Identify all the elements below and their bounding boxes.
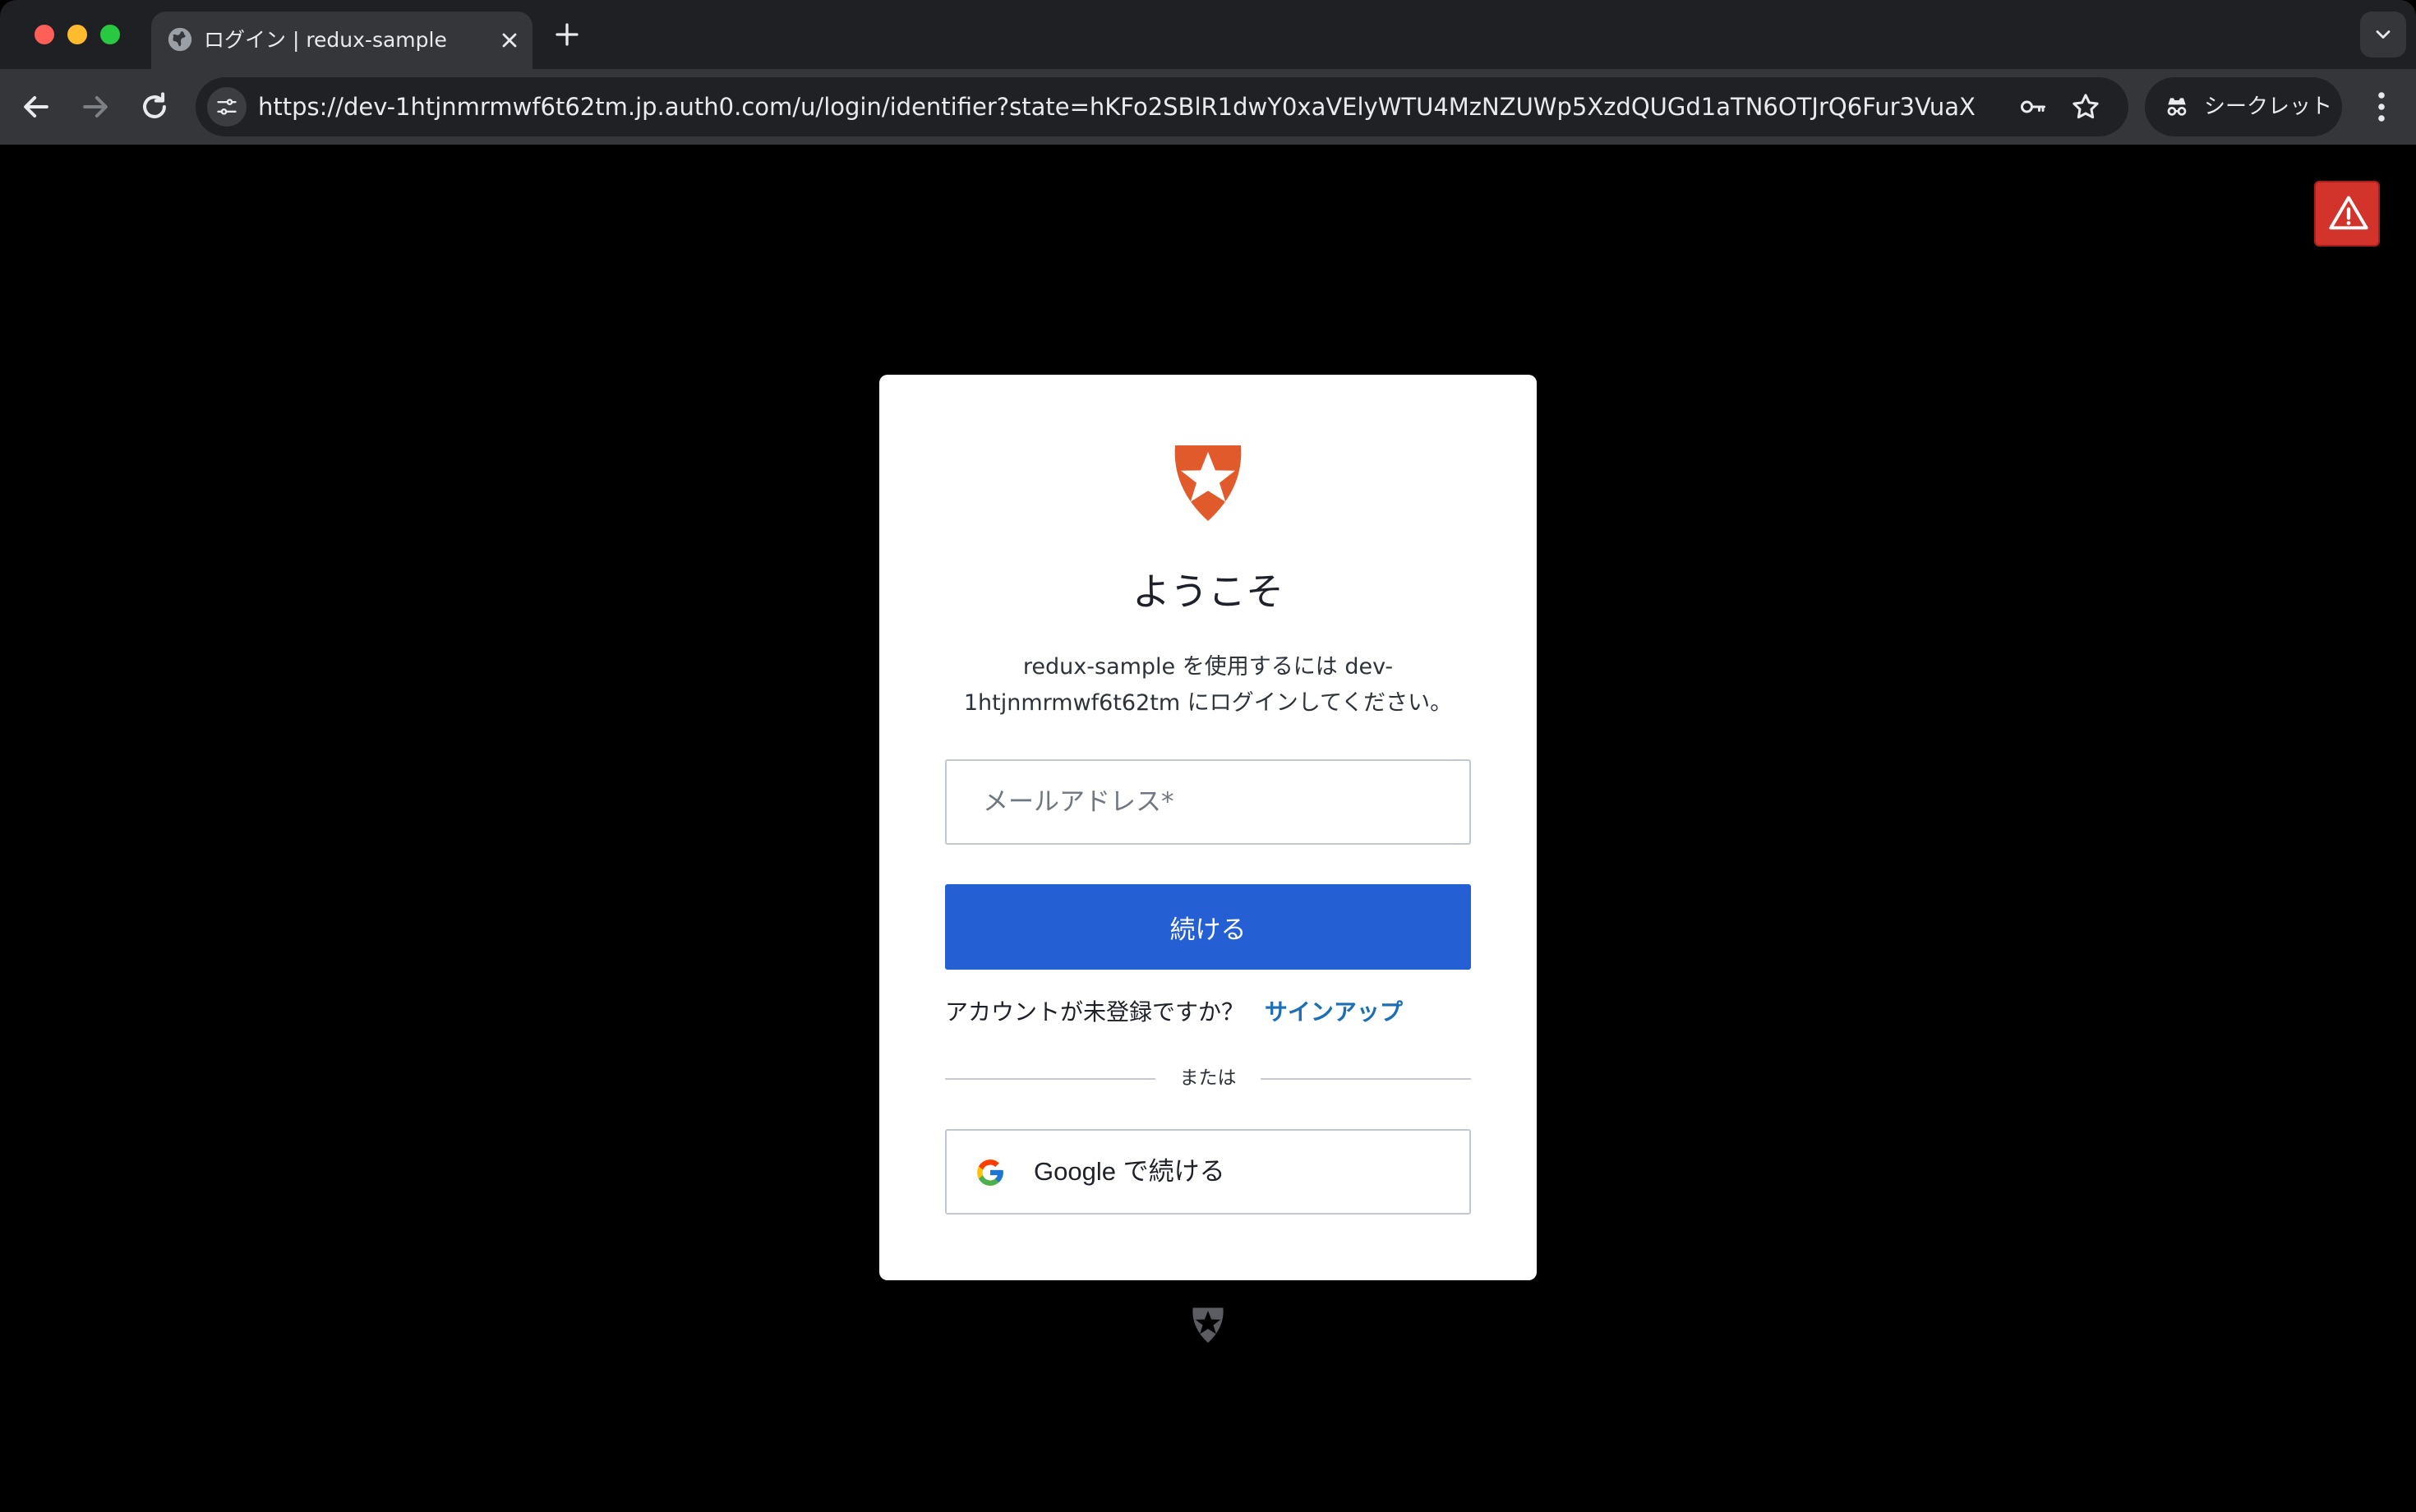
tab-search-button[interactable] <box>2360 12 2406 58</box>
browser-tab[interactable]: ログイン | redux-sample <box>151 12 533 69</box>
chevron-down-icon <box>2376 30 2391 39</box>
continue-button[interactable]: 続ける <box>945 884 1471 970</box>
browser-toolbar: https://dev-1htjnmrmwf6t62tm.jp.auth0.co… <box>0 69 2416 145</box>
warning-button[interactable] <box>2314 181 2380 247</box>
incognito-icon <box>2167 98 2187 116</box>
auth0-logo-icon <box>1174 445 1242 521</box>
google-g-icon <box>977 1159 1003 1186</box>
back-arrow-icon[interactable] <box>18 89 54 125</box>
description-line-2: 1htjnmrmwf6t62tm にログインしてください。 <box>963 690 1453 716</box>
login-description: redux-sample を使用するには dev- 1htjnmrmwf6t62… <box>945 649 1471 721</box>
reload-icon[interactable] <box>136 89 173 125</box>
google-button-label: Google で続ける <box>1034 1157 1225 1186</box>
email-input[interactable] <box>945 759 1471 845</box>
signup-row: アカウントが未登録ですか？ サインアップ <box>945 993 1471 1032</box>
warning-triangle-icon <box>2329 196 2368 230</box>
site-info-button[interactable] <box>207 87 247 127</box>
description-line-1: redux-sample を使用するには dev- <box>1022 654 1394 680</box>
window-maximize-button[interactable] <box>100 25 120 44</box>
signup-link[interactable]: サインアップ <box>1265 998 1403 1026</box>
tab-title: ログイン | redux-sample <box>204 28 447 52</box>
or-divider: または <box>945 1067 1471 1089</box>
window-minimize-button[interactable] <box>67 25 87 44</box>
bookmark-star-icon[interactable] <box>2069 90 2102 123</box>
address-bar[interactable]: https://dev-1htjnmrmwf6t62tm.jp.auth0.co… <box>196 77 2128 136</box>
browser-tab-strip: ログイン | redux-sample <box>0 0 2416 69</box>
incognito-indicator[interactable]: シークレット <box>2145 77 2342 136</box>
tab-close-icon[interactable] <box>498 29 521 52</box>
forward-arrow-icon[interactable] <box>77 89 113 125</box>
divider-line-left <box>945 1078 1155 1080</box>
window-close-button[interactable] <box>35 25 54 44</box>
url-text[interactable]: https://dev-1htjnmrmwf6t62tm.jp.auth0.co… <box>258 77 1976 136</box>
auth0-footer-logo-icon <box>1192 1307 1224 1344</box>
or-text: または <box>1179 1067 1237 1089</box>
incognito-label: シークレット <box>2204 94 2333 119</box>
tune-icon <box>217 99 237 115</box>
divider-line-right <box>1261 1078 1471 1080</box>
no-account-text: アカウントが未登録ですか？ <box>945 998 1245 1026</box>
key-icon[interactable] <box>2018 92 2048 122</box>
google-login-button[interactable]: Google で続ける <box>945 1129 1471 1215</box>
globe-icon <box>168 27 192 52</box>
new-tab-icon[interactable] <box>552 20 582 49</box>
more-menu-icon[interactable] <box>2362 87 2401 127</box>
page-title: ようこそ <box>1132 569 1284 614</box>
login-card: ようこそ redux-sample を使用するには dev- 1htjnmrmw… <box>879 375 1537 1280</box>
